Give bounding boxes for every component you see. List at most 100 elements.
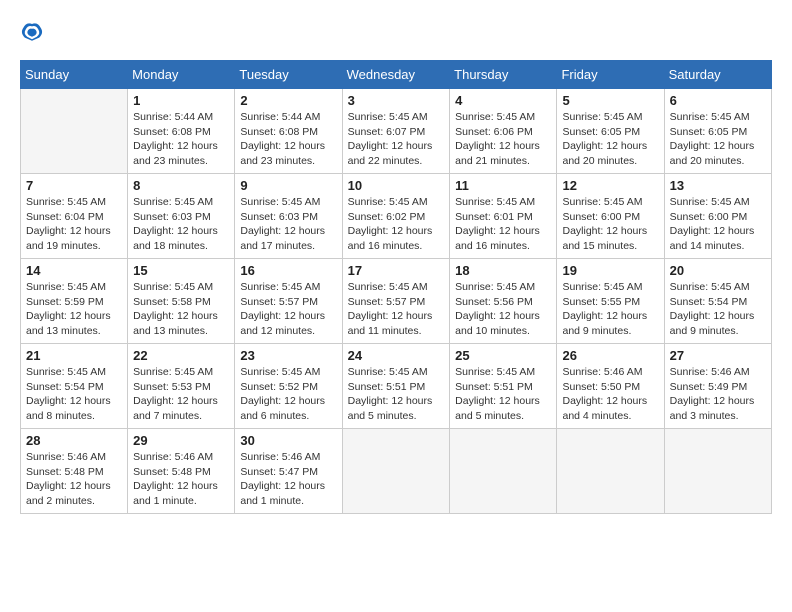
calendar-cell: 29 Sunrise: 5:46 AM Sunset: 5:48 PM Dayli…	[128, 429, 235, 514]
calendar-header-row: SundayMondayTuesdayWednesdayThursdayFrid…	[21, 61, 772, 89]
calendar-header-tuesday: Tuesday	[235, 61, 342, 89]
calendar-header-sunday: Sunday	[21, 61, 128, 89]
calendar-cell: 27 Sunrise: 5:46 AM Sunset: 5:49 PM Dayli…	[664, 344, 771, 429]
day-number: 6	[670, 93, 766, 108]
calendar-header-monday: Monday	[128, 61, 235, 89]
day-info: Sunrise: 5:45 AM Sunset: 6:00 PM Dayligh…	[562, 195, 658, 254]
calendar-cell: 16 Sunrise: 5:45 AM Sunset: 5:57 PM Dayli…	[235, 259, 342, 344]
day-number: 24	[348, 348, 445, 363]
day-info: Sunrise: 5:45 AM Sunset: 5:58 PM Dayligh…	[133, 280, 229, 339]
calendar-cell: 15 Sunrise: 5:45 AM Sunset: 5:58 PM Dayli…	[128, 259, 235, 344]
calendar-week-4: 21 Sunrise: 5:45 AM Sunset: 5:54 PM Dayli…	[21, 344, 772, 429]
calendar-week-3: 14 Sunrise: 5:45 AM Sunset: 5:59 PM Dayli…	[21, 259, 772, 344]
day-info: Sunrise: 5:45 AM Sunset: 5:57 PM Dayligh…	[348, 280, 445, 339]
calendar-cell: 1 Sunrise: 5:44 AM Sunset: 6:08 PM Daylig…	[128, 89, 235, 174]
calendar-cell: 11 Sunrise: 5:45 AM Sunset: 6:01 PM Dayli…	[450, 174, 557, 259]
calendar-week-5: 28 Sunrise: 5:46 AM Sunset: 5:48 PM Dayli…	[21, 429, 772, 514]
logo	[20, 20, 48, 44]
day-number: 25	[455, 348, 551, 363]
day-number: 3	[348, 93, 445, 108]
day-number: 8	[133, 178, 229, 193]
day-number: 30	[240, 433, 336, 448]
day-number: 23	[240, 348, 336, 363]
header	[20, 20, 772, 44]
day-info: Sunrise: 5:45 AM Sunset: 5:53 PM Dayligh…	[133, 365, 229, 424]
calendar-cell: 26 Sunrise: 5:46 AM Sunset: 5:50 PM Dayli…	[557, 344, 664, 429]
calendar-cell: 24 Sunrise: 5:45 AM Sunset: 5:51 PM Dayli…	[342, 344, 450, 429]
day-number: 18	[455, 263, 551, 278]
day-number: 11	[455, 178, 551, 193]
calendar-cell: 9Sunrise: 5:45 AM Sunset: 6:03 PM Daylig…	[235, 174, 342, 259]
day-number: 1	[133, 93, 229, 108]
calendar-cell: 7Sunrise: 5:45 AM Sunset: 6:04 PM Daylig…	[21, 174, 128, 259]
day-number: 16	[240, 263, 336, 278]
day-number: 17	[348, 263, 445, 278]
day-number: 10	[348, 178, 445, 193]
calendar-cell: 14 Sunrise: 5:45 AM Sunset: 5:59 PM Dayli…	[21, 259, 128, 344]
calendar-cell	[450, 429, 557, 514]
day-info: Sunrise: 5:46 AM Sunset: 5:47 PM Dayligh…	[240, 450, 336, 509]
calendar-cell	[21, 89, 128, 174]
day-info: Sunrise: 5:46 AM Sunset: 5:49 PM Dayligh…	[670, 365, 766, 424]
day-info: Sunrise: 5:45 AM Sunset: 5:51 PM Dayligh…	[455, 365, 551, 424]
day-number: 28	[26, 433, 122, 448]
calendar-cell: 4 Sunrise: 5:45 AM Sunset: 6:06 PM Daylig…	[450, 89, 557, 174]
calendar-cell: 6 Sunrise: 5:45 AM Sunset: 6:05 PM Daylig…	[664, 89, 771, 174]
calendar-header-friday: Friday	[557, 61, 664, 89]
calendar-week-1: 1 Sunrise: 5:44 AM Sunset: 6:08 PM Daylig…	[21, 89, 772, 174]
day-info: Sunrise: 5:45 AM Sunset: 5:57 PM Dayligh…	[240, 280, 336, 339]
day-info: Sunrise: 5:45 AM Sunset: 6:03 PM Dayligh…	[133, 195, 229, 254]
day-info: Sunrise: 5:45 AM Sunset: 5:51 PM Dayligh…	[348, 365, 445, 424]
day-number: 19	[562, 263, 658, 278]
day-info: Sunrise: 5:45 AM Sunset: 6:06 PM Dayligh…	[455, 110, 551, 169]
calendar-cell: 13 Sunrise: 5:45 AM Sunset: 6:00 PM Dayli…	[664, 174, 771, 259]
calendar-cell: 20Sunrise: 5:45 AM Sunset: 5:54 PM Dayli…	[664, 259, 771, 344]
calendar-cell: 18 Sunrise: 5:45 AM Sunset: 5:56 PM Dayli…	[450, 259, 557, 344]
day-info: Sunrise: 5:45 AM Sunset: 5:59 PM Dayligh…	[26, 280, 122, 339]
day-number: 21	[26, 348, 122, 363]
day-info: Sunrise: 5:45 AM Sunset: 6:05 PM Dayligh…	[670, 110, 766, 169]
calendar-cell: 30 Sunrise: 5:46 AM Sunset: 5:47 PM Dayli…	[235, 429, 342, 514]
calendar-cell: 17 Sunrise: 5:45 AM Sunset: 5:57 PM Dayli…	[342, 259, 450, 344]
calendar-cell	[342, 429, 450, 514]
day-info: Sunrise: 5:45 AM Sunset: 6:00 PM Dayligh…	[670, 195, 766, 254]
calendar-cell: 10Sunrise: 5:45 AM Sunset: 6:02 PM Dayli…	[342, 174, 450, 259]
day-number: 14	[26, 263, 122, 278]
calendar-cell	[664, 429, 771, 514]
calendar-cell	[557, 429, 664, 514]
day-number: 13	[670, 178, 766, 193]
calendar-cell: 22 Sunrise: 5:45 AM Sunset: 5:53 PM Dayli…	[128, 344, 235, 429]
day-info: Sunrise: 5:44 AM Sunset: 6:08 PM Dayligh…	[133, 110, 229, 169]
day-info: Sunrise: 5:46 AM Sunset: 5:48 PM Dayligh…	[133, 450, 229, 509]
day-number: 4	[455, 93, 551, 108]
calendar-cell: 28 Sunrise: 5:46 AM Sunset: 5:48 PM Dayli…	[21, 429, 128, 514]
day-info: Sunrise: 5:45 AM Sunset: 5:56 PM Dayligh…	[455, 280, 551, 339]
day-info: Sunrise: 5:45 AM Sunset: 6:05 PM Dayligh…	[562, 110, 658, 169]
day-info: Sunrise: 5:45 AM Sunset: 5:55 PM Dayligh…	[562, 280, 658, 339]
calendar-cell: 3 Sunrise: 5:45 AM Sunset: 6:07 PM Daylig…	[342, 89, 450, 174]
day-number: 2	[240, 93, 336, 108]
day-number: 26	[562, 348, 658, 363]
calendar: SundayMondayTuesdayWednesdayThursdayFrid…	[20, 60, 772, 514]
day-info: Sunrise: 5:45 AM Sunset: 6:07 PM Dayligh…	[348, 110, 445, 169]
day-info: Sunrise: 5:45 AM Sunset: 5:52 PM Dayligh…	[240, 365, 336, 424]
day-number: 15	[133, 263, 229, 278]
calendar-cell: 8 Sunrise: 5:45 AM Sunset: 6:03 PM Daylig…	[128, 174, 235, 259]
day-info: Sunrise: 5:46 AM Sunset: 5:48 PM Dayligh…	[26, 450, 122, 509]
day-number: 29	[133, 433, 229, 448]
day-number: 20	[670, 263, 766, 278]
day-info: Sunrise: 5:45 AM Sunset: 6:01 PM Dayligh…	[455, 195, 551, 254]
day-info: Sunrise: 5:45 AM Sunset: 6:03 PM Dayligh…	[240, 195, 336, 254]
calendar-header-wednesday: Wednesday	[342, 61, 450, 89]
day-info: Sunrise: 5:45 AM Sunset: 5:54 PM Dayligh…	[26, 365, 122, 424]
calendar-cell: 5 Sunrise: 5:45 AM Sunset: 6:05 PM Daylig…	[557, 89, 664, 174]
calendar-header-thursday: Thursday	[450, 61, 557, 89]
day-info: Sunrise: 5:46 AM Sunset: 5:50 PM Dayligh…	[562, 365, 658, 424]
day-info: Sunrise: 5:44 AM Sunset: 6:08 PM Dayligh…	[240, 110, 336, 169]
calendar-cell: 19 Sunrise: 5:45 AM Sunset: 5:55 PM Dayli…	[557, 259, 664, 344]
calendar-cell: 2 Sunrise: 5:44 AM Sunset: 6:08 PM Daylig…	[235, 89, 342, 174]
day-number: 22	[133, 348, 229, 363]
calendar-cell: 25 Sunrise: 5:45 AM Sunset: 5:51 PM Dayli…	[450, 344, 557, 429]
day-number: 5	[562, 93, 658, 108]
day-number: 27	[670, 348, 766, 363]
